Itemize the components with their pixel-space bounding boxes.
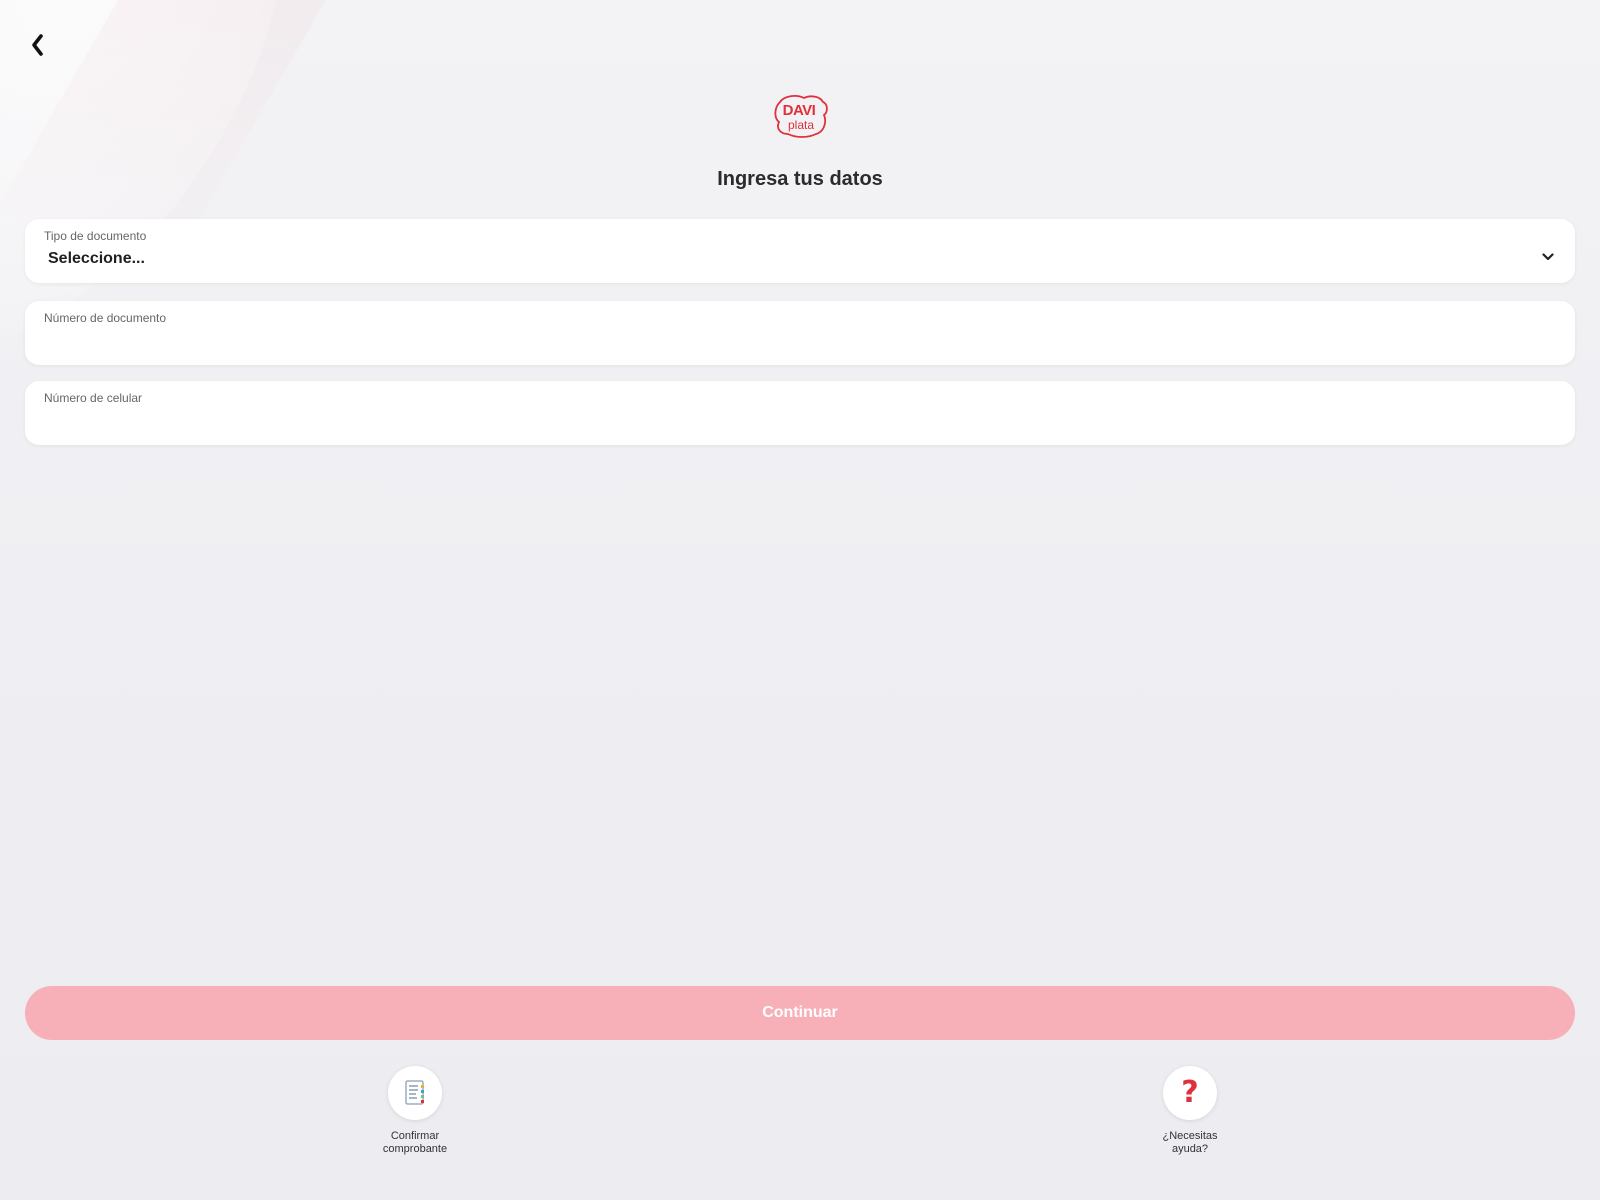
confirm-receipt-icon-circle [388, 1066, 442, 1120]
receipt-icon [405, 1080, 424, 1105]
phone-number-label: Número de celular [44, 391, 143, 405]
help-icon-circle: ? [1163, 1066, 1217, 1120]
document-type-value: Seleccione... [48, 250, 145, 267]
continue-button[interactable]: Continuar [25, 986, 1575, 1040]
chevron-down-icon [1542, 253, 1554, 261]
document-number-field[interactable]: Número de documento [25, 301, 1575, 365]
confirm-receipt-label: Confirmar comprobante [382, 1130, 448, 1155]
phone-number-input[interactable] [44, 411, 1556, 435]
document-number-label: Número de documento [44, 311, 167, 325]
back-button[interactable] [22, 28, 52, 62]
svg-text:DAVI: DAVI [783, 102, 816, 119]
question-mark-icon: ? [1181, 1075, 1199, 1110]
svg-text:plata: plata [788, 118, 814, 132]
help-button[interactable]: ? ¿Necesitas ayuda? [1130, 1066, 1250, 1156]
chevron-left-icon [32, 34, 43, 56]
confirm-receipt-button[interactable]: Confirmar comprobante [355, 1066, 475, 1156]
document-type-label: Tipo de documento [44, 229, 147, 243]
document-number-input[interactable] [44, 331, 1556, 355]
daviplata-logo: DAVI plata [770, 92, 830, 140]
help-label: ¿Necesitas ayuda? [1162, 1130, 1218, 1155]
document-type-select[interactable]: Tipo de documento Seleccione... [25, 219, 1575, 283]
page-title: Ingresa tus datos [717, 168, 883, 190]
phone-number-field[interactable]: Número de celular [25, 381, 1575, 445]
